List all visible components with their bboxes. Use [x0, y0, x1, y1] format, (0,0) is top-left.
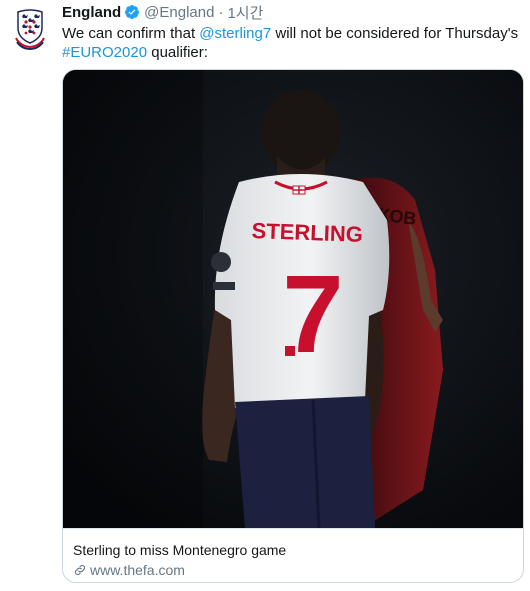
mention-link[interactable]: @sterling7: [199, 25, 271, 42]
card-title[interactable]: Sterling to miss Montenegro game: [73, 541, 513, 559]
tweet-text-part1: We can confirm that: [62, 25, 200, 42]
card-info[interactable]: Sterling to miss Montenegro game www.the…: [63, 528, 523, 582]
author-name[interactable]: England: [62, 4, 121, 21]
jersey-number-text: 7: [282, 253, 343, 376]
tweet[interactable]: England @England · 1시간 We can confirm th…: [0, 0, 530, 591]
tweet-content: England @England · 1시간 We can confirm th…: [62, 0, 524, 62]
link-card[interactable]: ЯКОВ STERLING 7 Sterling to miss Montene…: [62, 69, 524, 583]
tweet-text-part2: will not be considered for Thursday's: [271, 25, 519, 42]
card-photo[interactable]: ЯКОВ STERLING 7: [63, 70, 523, 528]
sterling-photo: ЯКОВ STERLING 7: [63, 70, 523, 528]
avatar[interactable]: [6, 2, 54, 50]
author-handle[interactable]: @England: [144, 4, 214, 21]
tweet-time[interactable]: 1시간: [227, 2, 263, 23]
tweet-text-part3: qualifier:: [147, 44, 208, 61]
card-url[interactable]: www.thefa.com: [73, 561, 513, 579]
england-crest-icon: [6, 2, 54, 50]
tweet-header: England @England · 1시간: [62, 0, 524, 24]
separator-dot: ·: [218, 3, 224, 21]
hashtag-link[interactable]: #EURO2020: [62, 44, 147, 61]
link-icon: [74, 564, 86, 576]
verified-badge-icon: [125, 5, 140, 19]
jersey-name-text: STERLING: [251, 218, 363, 247]
tweet-text: We can confirm that @sterling7 will not …: [62, 24, 524, 62]
card-url-text[interactable]: www.thefa.com: [90, 561, 185, 579]
